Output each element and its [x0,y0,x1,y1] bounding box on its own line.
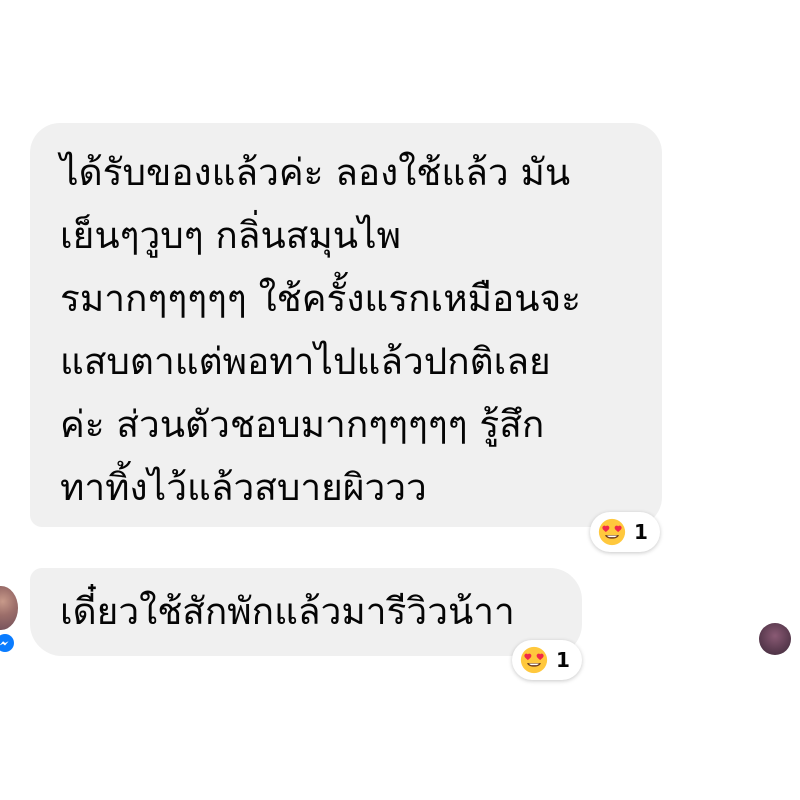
reaction-count: 1 [634,520,648,544]
sender-avatar[interactable] [0,586,18,630]
message-line: แสบตาแต่พอทาไปแล้วปกติเลย [60,340,551,383]
message-line: ค่ะ ส่วนตัวชอบมากๆๆๆๆๆ รู้สึก [60,403,545,446]
reaction-badge[interactable]: 1 [590,512,660,552]
message-bubble[interactable]: เดี๋ยวใช้สักพักแล้วมารีวิวน้าา [30,568,582,656]
seen-by-avatar [759,623,791,655]
reaction-count: 1 [556,648,570,672]
message-line: รมากๆๆๆๆๆ ใช้ครั้งแรกเหมือนจะ [60,277,582,320]
heart-eyes-emoji-icon [520,646,548,674]
message-line: ได้รับของแล้วค่ะ ลองใช้แล้ว มัน [60,151,571,194]
messenger-icon [0,634,14,652]
messenger-badge [0,632,16,654]
message-line: เย็นๆวูบๆ กลิ่นสมุนไพ [60,214,402,257]
heart-eyes-emoji-icon [598,518,626,546]
message-line: ทาทิ้งไว้แล้วสบายผิววว [60,466,427,509]
message-bubble[interactable]: ได้รับของแล้วค่ะ ลองใช้แล้ว มัน เย็นๆวูบ… [30,123,662,527]
message-line: เดี๋ยวใช้สักพักแล้วมารีวิวน้าา [60,590,515,633]
reaction-badge[interactable]: 1 [512,640,582,680]
messenger-chat-window: ได้รับของแล้วค่ะ ลองใช้แล้ว มัน เย็นๆวูบ… [0,0,800,800]
